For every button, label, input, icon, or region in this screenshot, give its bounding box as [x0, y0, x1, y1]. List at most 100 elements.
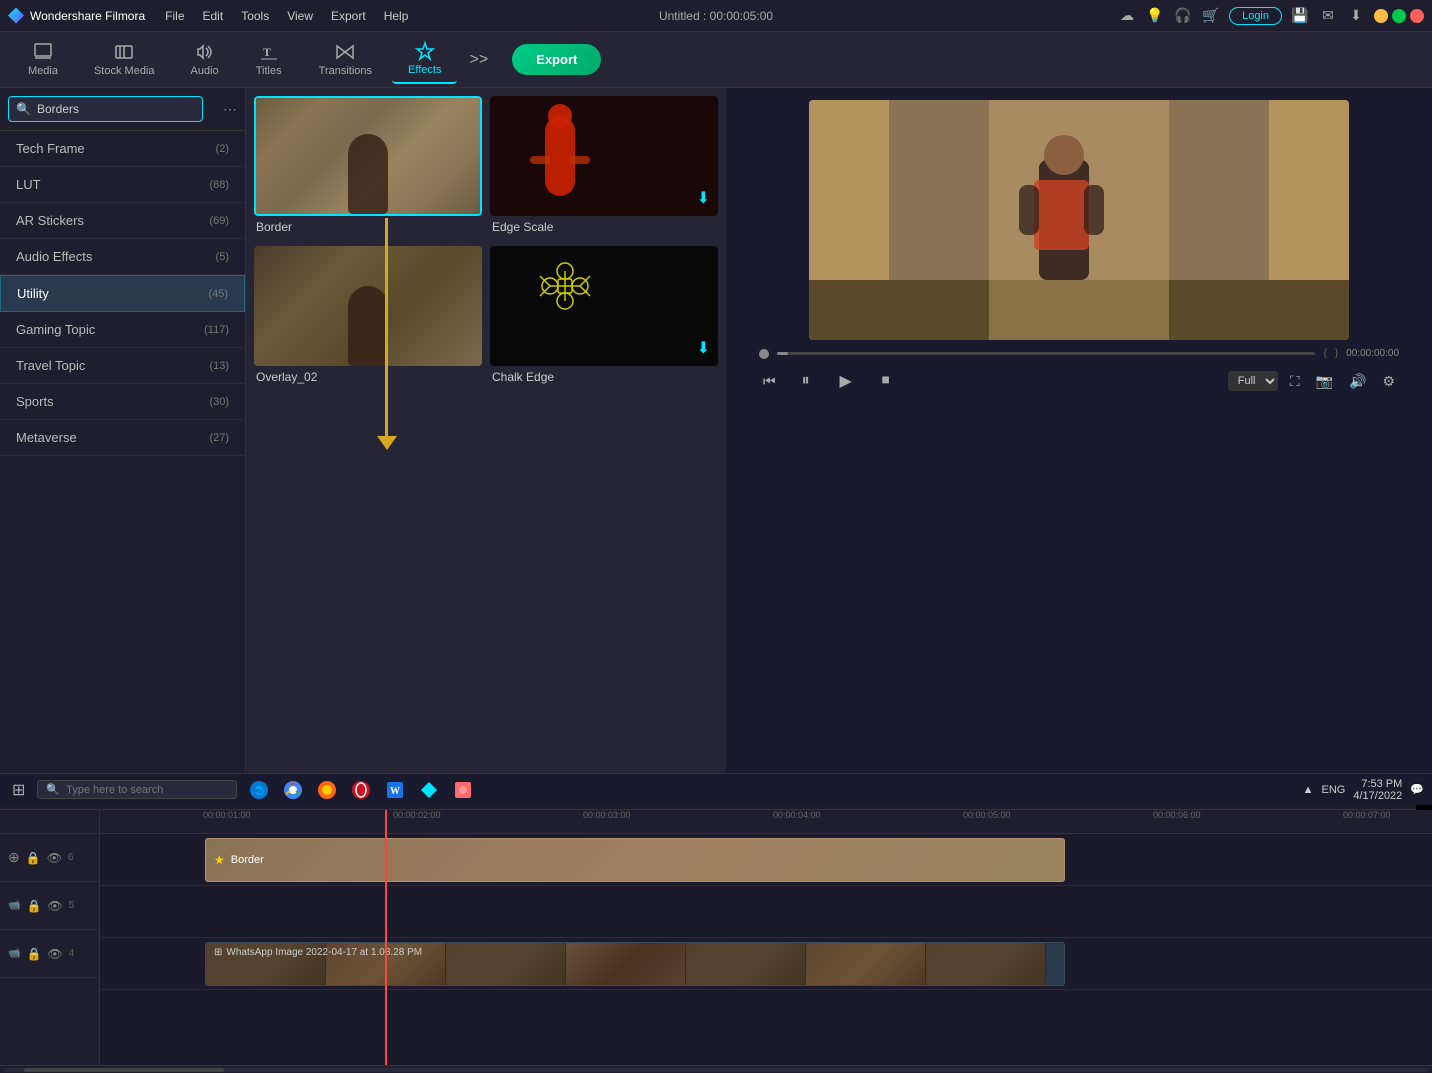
- menu-file[interactable]: File: [157, 5, 192, 27]
- quality-select[interactable]: Full 1/2 1/4: [1228, 371, 1278, 391]
- progress-handle[interactable]: [759, 349, 769, 359]
- tool-media[interactable]: Media: [12, 36, 74, 83]
- taskbar-search[interactable]: 🔍: [37, 780, 237, 799]
- search-icon: 🔍: [16, 102, 31, 116]
- category-label: AR Stickers: [16, 213, 84, 228]
- category-metaverse[interactable]: Metaverse (27): [0, 420, 245, 456]
- category-audio-effects[interactable]: Audio Effects (5): [0, 239, 245, 275]
- progress-track[interactable]: [777, 352, 1315, 355]
- menu-edit[interactable]: Edit: [195, 5, 232, 27]
- track-4-lock[interactable]: 🔒: [26, 947, 41, 961]
- category-tech-frame[interactable]: Tech Frame (2): [0, 131, 245, 167]
- step-back-button[interactable]: ⏮: [759, 369, 780, 394]
- search-input[interactable]: [8, 96, 203, 122]
- cloud-icon[interactable]: ☁: [1117, 6, 1137, 26]
- category-gaming[interactable]: Gaming Topic (117): [0, 312, 245, 348]
- track-label-4: 📹 🔒 👁 4: [0, 930, 99, 978]
- tool-transitions[interactable]: Transitions: [303, 36, 388, 83]
- effect-border[interactable]: Border: [254, 96, 482, 238]
- tool-effects[interactable]: Effects: [392, 35, 457, 84]
- close-button[interactable]: ×: [1410, 9, 1424, 23]
- titles-icon: T: [259, 42, 279, 62]
- save-icon[interactable]: 💾: [1290, 6, 1310, 26]
- taskbar-app-word[interactable]: W: [381, 776, 409, 804]
- scrollbar-thumb[interactable]: [24, 1068, 224, 1072]
- category-lut[interactable]: LUT (88): [0, 167, 245, 203]
- category-count: (2): [216, 143, 229, 155]
- headset-icon[interactable]: 🎧: [1173, 6, 1193, 26]
- fullscreen-button[interactable]: ⛶: [1286, 369, 1304, 394]
- timeline-ruler: 00:00:01:00 00:00:02:00 00:00:03:00 00:0…: [100, 810, 1432, 834]
- scrollbar-track[interactable]: [4, 1068, 1428, 1072]
- notification-button[interactable]: 💬: [1410, 783, 1424, 796]
- track-4-eye[interactable]: 👁: [47, 947, 62, 961]
- taskbar-app-paint[interactable]: [449, 776, 477, 804]
- mail-icon[interactable]: ✉: [1318, 6, 1338, 26]
- settings-button[interactable]: ⚙: [1378, 369, 1399, 394]
- effect-clip-border[interactable]: ★ Border: [205, 838, 1065, 882]
- timeline-scrollbar[interactable]: [0, 1065, 1432, 1073]
- menu-help[interactable]: Help: [376, 5, 417, 27]
- volume-button[interactable]: 🔊: [1345, 369, 1370, 394]
- track-6-lock[interactable]: 🔒: [26, 851, 41, 865]
- playhead[interactable]: [385, 810, 387, 1065]
- taskbar-app-filmora[interactable]: [415, 776, 443, 804]
- track-6-eye[interactable]: 👁: [47, 851, 62, 865]
- track-5-lock[interactable]: 🔒: [26, 899, 41, 913]
- track-5-eye[interactable]: 👁: [47, 899, 62, 913]
- video-clip[interactable]: ⊞ WhatsApp Image 2022-04-17 at 1.08.28 P…: [205, 942, 1065, 986]
- bulb-icon[interactable]: 💡: [1145, 6, 1165, 26]
- category-count: (117): [204, 324, 229, 336]
- video-preview-area: { } 00:00:00:00 ⏮ ⏸ ▶ ⏹ Full 1/2 1/4: [726, 88, 1432, 773]
- minimize-button[interactable]: —: [1374, 9, 1388, 23]
- login-button[interactable]: Login: [1229, 7, 1282, 25]
- ruler-mark-7: 00:00:07:00: [1343, 810, 1391, 820]
- maximize-button[interactable]: □: [1392, 9, 1406, 23]
- pause-button[interactable]: ⏸: [792, 367, 820, 395]
- menu-view[interactable]: View: [279, 5, 321, 27]
- effect-chalk-thumb: ⬇: [490, 246, 718, 366]
- firefox-icon: [317, 780, 337, 800]
- category-count: (45): [208, 288, 228, 300]
- taskbar-app-chrome[interactable]: [279, 776, 307, 804]
- effect-chalk-label: Chalk Edge: [490, 366, 718, 388]
- export-button[interactable]: Export: [512, 44, 601, 75]
- preview-bg: [809, 100, 1349, 340]
- tool-audio[interactable]: Audio: [175, 36, 235, 83]
- taskbar-app-firefox[interactable]: [313, 776, 341, 804]
- windows-start-button[interactable]: ⊞: [8, 776, 29, 804]
- menu-export[interactable]: Export: [323, 5, 374, 27]
- taskbar-app-edge[interactable]: [245, 776, 273, 804]
- app-logo-icon: [8, 8, 24, 24]
- stop-button[interactable]: ⏹: [872, 367, 900, 395]
- tool-stock[interactable]: Stock Media: [78, 36, 171, 83]
- track-6-add[interactable]: ⊕: [8, 849, 20, 866]
- more-tools-button[interactable]: >>: [461, 47, 496, 73]
- category-ar-stickers[interactable]: AR Stickers (69): [0, 203, 245, 239]
- taskbar-app-opera[interactable]: [347, 776, 375, 804]
- effect-edge-scale[interactable]: ⬇ Edge Scale: [490, 96, 718, 238]
- taskbar-time-display: 7:53 PM: [1353, 778, 1402, 790]
- effect-overlay[interactable]: Overlay_02: [254, 246, 482, 388]
- play-button[interactable]: ▶: [832, 367, 860, 395]
- taskbar-search-input[interactable]: [66, 784, 226, 796]
- effect-chalk[interactable]: ⬇ Chalk Edge: [490, 246, 718, 388]
- video-clip-label: ⊞ WhatsApp Image 2022-04-17 at 1.08.28 P…: [214, 947, 422, 958]
- shop-icon[interactable]: 🛒: [1201, 6, 1221, 26]
- tool-titles[interactable]: T Titles: [239, 36, 299, 83]
- menu-tools[interactable]: Tools: [233, 5, 277, 27]
- effect-clip-label: Border: [231, 854, 264, 866]
- category-sports[interactable]: Sports (30): [0, 384, 245, 420]
- progress-bar-wrap: { } 00:00:00:00: [759, 348, 1399, 359]
- play-buttons: ⏮ ⏸ ▶ ⏹: [759, 367, 900, 395]
- screenshot-button[interactable]: 📷: [1312, 369, 1337, 394]
- category-travel[interactable]: Travel Topic (13): [0, 348, 245, 384]
- ruler-mark-1: 00:00:01:00: [203, 810, 251, 820]
- category-utility[interactable]: Utility (45): [0, 275, 245, 312]
- overlay-person: [348, 286, 388, 366]
- system-tray-chevron[interactable]: ▲: [1303, 784, 1314, 796]
- track-5-number: 5: [69, 900, 75, 911]
- grid-view-icon[interactable]: ⋯: [223, 101, 237, 118]
- effect-overlay-thumb: [254, 246, 482, 366]
- download-icon[interactable]: ⬇: [1346, 6, 1366, 26]
